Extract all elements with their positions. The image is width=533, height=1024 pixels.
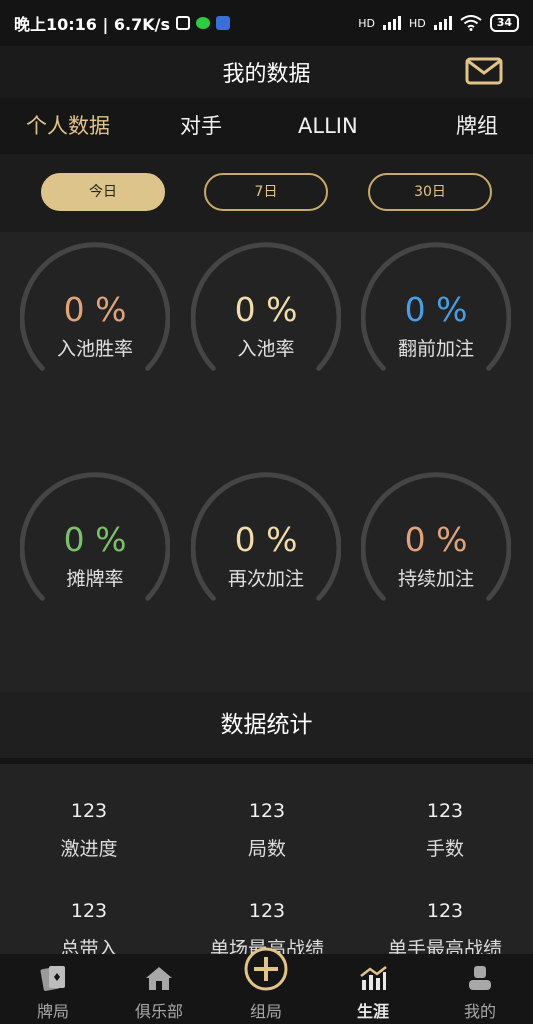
gauge-pfr: 0 % 翻前加注 [361,242,511,402]
gauge-value: 0 % [404,520,468,559]
stat-games: 123 局数 [178,800,356,861]
stat-hands: 123 手数 [356,800,533,861]
nav-games[interactable]: 牌局 [0,954,106,1024]
gauge-value: 0 % [404,290,468,329]
stat-value: 123 [248,900,286,922]
gauge-label: 再次加注 [227,568,304,590]
gauge-value: 0 % [234,290,298,329]
stat-best-hand: 123 单手最高战绩 [356,900,533,954]
stat-label: 激进度 [60,838,118,860]
stat-value: 123 [426,900,464,922]
status-left: 晚上10:16 | 6.7K/s [14,11,231,35]
house-icon [146,967,172,990]
status-time-speed: 晚上10:16 | 6.7K/s [14,15,171,34]
nav-label: 我的 [463,1002,496,1021]
gauge-value: 0 % [63,290,127,329]
stat-total-buyin: 123 总带入 [0,900,178,954]
stat-value: 123 [248,800,286,822]
mail-icon[interactable] [465,56,503,86]
wifi-icon [460,15,482,31]
gauge-vpip: 0 % 入池率 [191,242,341,402]
nav-label: 组局 [249,1002,282,1021]
signal-icon-2 [433,16,452,30]
nav-label: 生涯 [356,1002,389,1021]
stat-label: 单手最高战绩 [387,938,502,954]
user-icon [469,966,491,990]
stat-value: 123 [426,800,464,822]
tab-allin[interactable]: ALLIN [298,98,358,154]
period-selector: 今日 7日 30日 [0,154,533,232]
hd-label-2: HD [408,16,426,30]
category-tabs: 个人数据 对手 ALLIN 牌组 [0,98,533,154]
stat-label: 局数 [247,838,286,860]
gauge-vpip-win: 0 % 入池胜率 [20,242,170,402]
status-bar: 晚上10:16 | 6.7K/s HD HD 34 [0,0,533,46]
gauge-label: 摊牌率 [66,568,124,590]
stat-label: 手数 [425,838,464,860]
signal-icon [382,16,401,30]
stat-value: 123 [70,900,108,922]
gauge-cbet: 0 % 持续加注 [361,472,511,632]
stats-grid: 123 激进度 123 局数 123 手数 123 总带入 123 单场最高战绩… [0,758,533,954]
nav-create-game[interactable]: 组局 [213,947,319,1024]
gauge-value: 0 % [234,520,298,559]
bottom-nav: 牌局 俱乐部 组局 生涯 我的 [0,947,533,1024]
stat-aggression: 123 激进度 [0,800,178,861]
tab-hand-range[interactable]: 牌组 [456,98,498,154]
page-title: 我的数据 [222,62,311,87]
period-7day-button[interactable]: 7日 [204,173,328,211]
wechat-icon [196,17,211,29]
tab-opponent[interactable]: 对手 [180,98,222,154]
plus-circle-icon [244,947,288,991]
battery-indicator: 34 [489,14,519,32]
period-today-button[interactable]: 今日 [41,173,165,211]
stat-label: 总带入 [60,938,118,954]
gauge-label: 持续加注 [397,568,474,590]
nav-profile[interactable]: 我的 [427,954,533,1024]
stats-title: 数据统计 [0,692,533,758]
gauge-value: 0 % [63,520,127,559]
gauges-panel: 0 % 入池胜率 0 % 入池率 0 % 翻前加注 0 % 摊牌率 0 % 再次… [0,232,533,692]
nav-career[interactable]: 生涯 [320,954,426,1024]
nav-label: 俱乐部 [134,1002,183,1021]
hd-label-1: HD [358,16,375,30]
gauge-3bet: 0 % 再次加注 [191,472,341,632]
tab-personal-data[interactable]: 个人数据 [26,98,110,154]
nav-club[interactable]: 俱乐部 [106,954,212,1024]
period-30day-button[interactable]: 30日 [368,173,492,211]
nfc-icon [176,16,191,30]
stat-value: 123 [70,800,108,822]
status-right: HD HD 34 [358,14,519,32]
gauge-label: 入池率 [237,338,295,360]
nav-label: 牌局 [36,1002,69,1021]
app-header: 我的数据 [0,46,533,98]
cards-icon [40,966,65,991]
gauge-label: 入池胜率 [56,338,133,360]
chart-icon [360,966,387,990]
gauge-showdown: 0 % 摊牌率 [20,472,170,632]
gauge-label: 翻前加注 [397,338,474,360]
shield-app-icon [216,16,231,30]
